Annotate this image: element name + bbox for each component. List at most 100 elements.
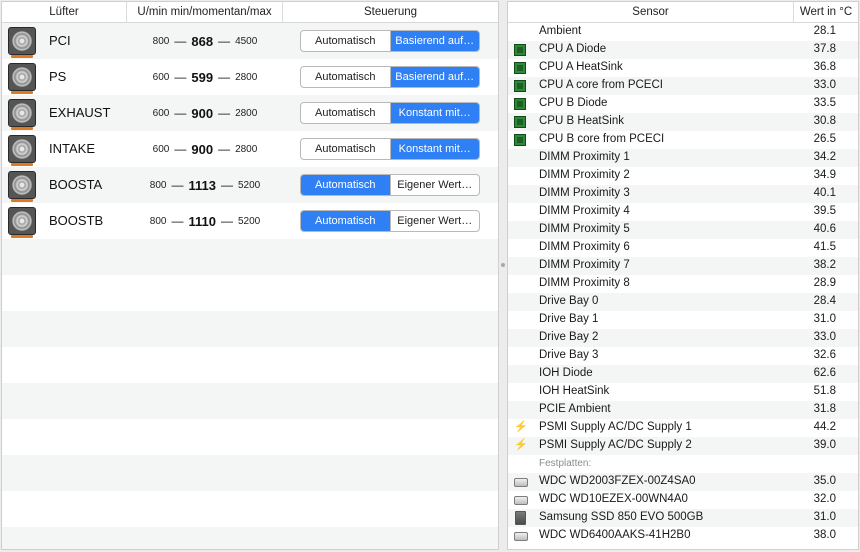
sensor-row[interactable]: CPU B Diode 33.5 [508, 95, 858, 113]
sensor-value: 31.8 [813, 403, 836, 415]
fan-row: BOOSTB 800 — 1110 — 5200 Automatisch Eigener We… [2, 203, 498, 239]
auto-control-button[interactable]: Automatisch [301, 103, 390, 123]
column-header-speed[interactable]: U/min min/momentan/max [126, 2, 282, 22]
sensor-name: Drive Bay 2 [539, 331, 599, 343]
sensor-value: 44.2 [813, 421, 836, 433]
column-header-fan[interactable]: Lüfter [2, 2, 126, 22]
cpu-chip-icon [514, 44, 526, 56]
fan-icon [8, 27, 36, 58]
separator-dash: — [218, 34, 231, 48]
sensor-row[interactable]: DIMM Proximity 4 39.5 [508, 203, 858, 221]
sensor-row[interactable]: CPU A core from PCECI 33.0 [508, 77, 858, 95]
sensor-name: CPU B Diode [539, 97, 608, 109]
sensor-row[interactable]: CPU A Diode 37.8 [508, 41, 858, 59]
sensor-row[interactable]: DIMM Proximity 5 40.6 [508, 221, 858, 239]
sensor-value: 40.6 [813, 223, 836, 235]
auto-control-button[interactable]: Automatisch [301, 31, 390, 51]
sensor-name: IOH Diode [539, 367, 593, 379]
auto-control-button[interactable]: Automatisch [301, 67, 390, 87]
sensor-row[interactable]: DIMM Proximity 2 34.9 [508, 167, 858, 185]
sensor-row[interactable]: DIMM Proximity 8 28.9 [508, 275, 858, 293]
fan-speed-readout: 800 — 1113 — 5200 [142, 167, 268, 203]
fan-current-speed: 900 [191, 141, 214, 157]
empty-row [2, 383, 498, 419]
sensor-value: 32.6 [813, 349, 836, 361]
sensor-value: 39.0 [813, 439, 836, 451]
sensor-row[interactable]: Drive Bay 0 28.4 [508, 293, 858, 311]
auto-control-button[interactable]: Automatisch [301, 175, 390, 195]
fan-control-segmented[interactable]: Automatisch Konstant mit… [300, 138, 480, 160]
sensor-name: DIMM Proximity 1 [539, 151, 630, 163]
cpu-chip-icon [514, 62, 526, 74]
sensor-name: Drive Bay 1 [539, 313, 599, 325]
custom-control-button[interactable]: Eigener Wert… [389, 175, 480, 195]
fan-name: INTAKE [49, 141, 95, 156]
custom-control-button[interactable]: Konstant mit… [389, 139, 479, 159]
sensor-row[interactable]: CPU B HeatSink 30.8 [508, 113, 858, 131]
fan-current-speed: 1110 [188, 213, 216, 229]
empty-row [2, 491, 498, 527]
sensor-row[interactable]: DIMM Proximity 3 40.1 [508, 185, 858, 203]
splitter-handle-icon[interactable] [501, 263, 505, 267]
sensor-row[interactable]: PSMI Supply AC/DC Supply 2 39.0 [508, 437, 858, 455]
sensor-name: Samsung SSD 850 EVO 500GB [539, 511, 704, 523]
sensor-row[interactable]: Drive Bay 3 32.6 [508, 347, 858, 365]
sensor-row[interactable]: WDC WD6400AAKS-41H2B0 38.0 [508, 527, 858, 545]
sensor-row[interactable]: WDC WD2003FZEX-00Z4SA0 35.0 [508, 473, 858, 491]
sensor-row[interactable]: Drive Bay 2 33.0 [508, 329, 858, 347]
custom-control-button[interactable]: Konstant mit… [389, 103, 479, 123]
sensor-value: 62.6 [813, 367, 836, 379]
fan-speed-readout: 800 — 868 — 4500 [142, 23, 268, 59]
sensor-row[interactable]: PCIE Ambient 31.8 [508, 401, 858, 419]
fan-name: PS [49, 69, 67, 84]
fan-min-speed: 800 [149, 179, 167, 191]
separator-dash: — [220, 214, 233, 228]
separator-dash: — [174, 70, 187, 84]
column-header-sensor[interactable]: Sensor [508, 2, 793, 22]
sensor-value: 31.0 [813, 511, 836, 523]
sensor-name: DIMM Proximity 7 [539, 259, 630, 271]
sensor-value: 34.2 [813, 151, 836, 163]
sensor-value: 35.0 [813, 475, 836, 487]
sensor-row[interactable]: CPU B core from PCECI 26.5 [508, 131, 858, 149]
separator-dash: — [220, 178, 233, 192]
sensor-row[interactable]: CPU A HeatSink 36.8 [508, 59, 858, 77]
sensor-name: WDC WD2003FZEX-00Z4SA0 [539, 475, 696, 487]
fan-name: BOOSTB [49, 213, 104, 228]
sensor-row[interactable]: DIMM Proximity 7 38.2 [508, 257, 858, 275]
sensor-row[interactable]: IOH Diode 62.6 [508, 365, 858, 383]
sensor-value: 31.0 [813, 313, 836, 325]
custom-control-button[interactable]: Eigener Wert… [389, 211, 480, 231]
pane-splitter[interactable] [499, 0, 507, 552]
fan-control-segmented[interactable]: Automatisch Basierend auf… [300, 30, 480, 52]
fan-control-segmented[interactable]: Automatisch Eigener Wert… [300, 210, 480, 232]
sensor-row[interactable]: WDC WD10EZEX-00WN4A0 32.0 [508, 491, 858, 509]
sensor-row[interactable]: IOH HeatSink 51.8 [508, 383, 858, 401]
fan-current-speed: 1113 [188, 177, 216, 193]
sensor-rows: Ambient 28.1 CPU A Diode 37.8 CPU A HeatSink… [508, 23, 858, 545]
auto-control-button[interactable]: Automatisch [301, 139, 390, 159]
sensor-value: 28.4 [813, 295, 836, 307]
sensor-row[interactable]: Samsung SSD 850 EVO 500GB 31.0 [508, 509, 858, 527]
empty-row [2, 527, 498, 549]
sensor-name: WDC WD6400AAKS-41H2B0 [539, 529, 691, 541]
sensor-row[interactable]: Drive Bay 1 31.0 [508, 311, 858, 329]
column-header-value[interactable]: Wert in °C [793, 2, 858, 22]
hard-drive-icon [514, 496, 528, 505]
sensor-name: DIMM Proximity 8 [539, 277, 630, 289]
sensor-name: IOH HeatSink [539, 385, 610, 397]
sensor-row[interactable]: DIMM Proximity 6 41.5 [508, 239, 858, 257]
auto-control-button[interactable]: Automatisch [301, 211, 390, 231]
column-header-control[interactable]: Steuerung [282, 2, 498, 22]
sensor-row[interactable]: PSMI Supply AC/DC Supply 1 44.2 [508, 419, 858, 437]
fan-name: PCI [49, 33, 71, 48]
fan-speed-readout: 600 — 900 — 2800 [142, 131, 268, 167]
custom-control-button[interactable]: Basierend auf… [389, 67, 479, 87]
fan-control-segmented[interactable]: Automatisch Eigener Wert… [300, 174, 480, 196]
sensor-row[interactable]: DIMM Proximity 1 34.2 [508, 149, 858, 167]
fan-control-segmented[interactable]: Automatisch Konstant mit… [300, 102, 480, 124]
custom-control-button[interactable]: Basierend auf… [389, 31, 479, 51]
hard-drive-icon [514, 532, 528, 541]
sensor-row[interactable]: Ambient 28.1 [508, 23, 858, 41]
fan-control-segmented[interactable]: Automatisch Basierend auf… [300, 66, 480, 88]
